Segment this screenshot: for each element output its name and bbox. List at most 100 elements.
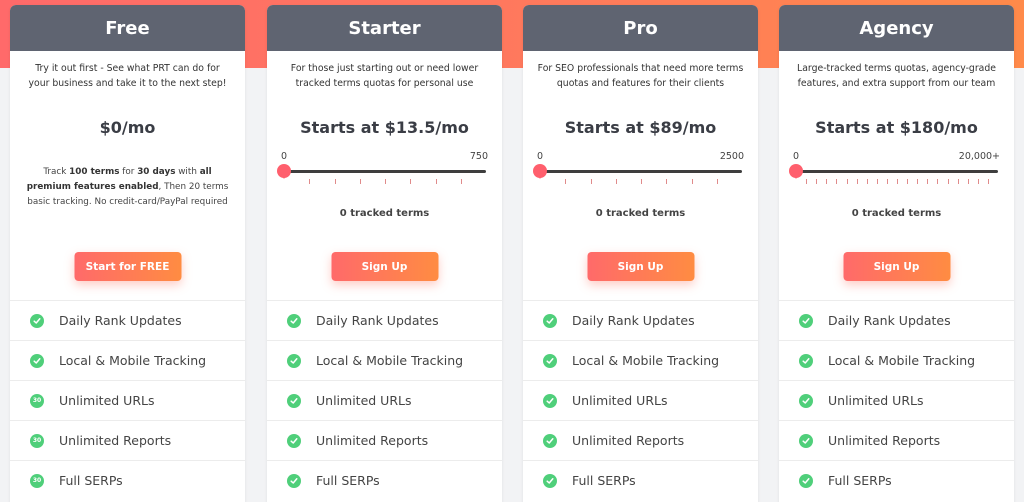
check-circle-icon (287, 393, 301, 408)
check-circle-icon (30, 353, 44, 368)
slider-tick (826, 179, 828, 184)
plan-price: Starts at $180/mo (815, 118, 978, 137)
terms-slider[interactable]: 0 20,000+ (789, 151, 1000, 201)
feature-label: Daily Rank Updates (572, 313, 695, 328)
sign-up-button[interactable]: Sign Up (331, 252, 438, 281)
slider-tick (937, 179, 939, 184)
slider-min-label: 0 (793, 151, 800, 162)
feature-item: Local & Mobile Tracking (267, 340, 502, 380)
check-circle-icon (543, 433, 557, 448)
slider-track[interactable] (540, 170, 742, 173)
slider-tick (917, 179, 919, 184)
slider-tick (309, 179, 311, 184)
thirty-day-badge-icon: 30 (30, 473, 44, 488)
feature-item: Local & Mobile Tracking (779, 340, 1014, 380)
plan-title: Starter (267, 5, 502, 51)
free-plan-note: Track 100 terms for 30 days with all pre… (26, 167, 229, 207)
check-circle-icon (799, 353, 813, 368)
feature-label: Daily Rank Updates (316, 313, 439, 328)
slider-tick (967, 179, 969, 184)
check-circle-icon (543, 313, 557, 328)
check-circle-icon (30, 313, 44, 328)
feature-label: Full SERPs (316, 473, 380, 488)
slider-handle[interactable] (533, 164, 547, 179)
slider-track[interactable] (284, 170, 486, 173)
slider-tick (856, 179, 858, 184)
slider-tick (334, 179, 336, 184)
check-circle-icon (799, 313, 813, 328)
slider-tick (866, 179, 868, 184)
feature-label: Unlimited URLs (828, 393, 924, 408)
feature-label: Local & Mobile Tracking (572, 353, 720, 368)
plan-price: Starts at $13.5/mo (300, 118, 469, 137)
feature-label: Unlimited Reports (828, 433, 941, 448)
feature-label: Full SERPs (828, 473, 892, 488)
feature-label: Unlimited Reports (572, 433, 685, 448)
feature-label: Daily Rank Updates (828, 313, 951, 328)
check-circle-icon (543, 353, 557, 368)
plan-description: Large-tracked terms quotas, agency-grade… (797, 63, 996, 89)
terms-slider[interactable]: 0 750 (277, 151, 488, 201)
check-circle-icon (799, 433, 813, 448)
plan-description: For those just starting out or need lowe… (290, 63, 479, 89)
slider-tick (907, 179, 909, 184)
feature-item: 30 Unlimited Reports (10, 420, 245, 460)
thirty-day-badge-icon: 30 (30, 433, 44, 448)
feature-label: Local & Mobile Tracking (828, 353, 976, 368)
feature-list: Daily Rank Updates Local & Mobile Tracki… (779, 300, 1014, 500)
slider-tick (947, 179, 949, 184)
feature-list: Daily Rank Updates Local & Mobile Tracki… (10, 300, 245, 500)
feature-label: Unlimited Reports (316, 433, 429, 448)
slider-tick (435, 179, 437, 184)
feature-item: Local & Mobile Tracking (523, 340, 758, 380)
feature-item: Daily Rank Updates (267, 300, 502, 340)
slider-min-label: 0 (281, 151, 288, 162)
slider-max-label: 2500 (719, 151, 744, 162)
feature-list: Daily Rank Updates Local & Mobile Tracki… (267, 300, 502, 500)
check-circle-icon (799, 393, 813, 408)
feature-item: Daily Rank Updates (523, 300, 758, 340)
feature-item: Full SERPs (267, 460, 502, 500)
feature-item: Unlimited Reports (523, 420, 758, 460)
check-circle-icon (543, 473, 557, 488)
feature-label: Full SERPs (572, 473, 636, 488)
check-circle-icon (287, 433, 301, 448)
feature-label: Local & Mobile Tracking (59, 353, 207, 368)
slider-handle[interactable] (277, 164, 291, 179)
slider-tick (957, 179, 959, 184)
slider-tick (691, 179, 693, 184)
plan-title: Agency (779, 5, 1014, 51)
slider-ticks (796, 179, 998, 185)
terms-slider[interactable]: 0 2500 (533, 151, 744, 201)
feature-label: Unlimited URLs (572, 393, 668, 408)
feature-item: Unlimited URLs (523, 380, 758, 420)
feature-item: Daily Rank Updates (10, 300, 245, 340)
slider-ticks (540, 179, 742, 185)
feature-item: Unlimited Reports (779, 420, 1014, 460)
plan-price: Starts at $89/mo (564, 118, 717, 137)
sign-up-button[interactable]: Sign Up (843, 252, 950, 281)
slider-tick (410, 179, 412, 184)
check-circle-icon (799, 473, 813, 488)
feature-item: Full SERPs (523, 460, 758, 500)
feature-label: Unlimited URLs (316, 393, 412, 408)
slider-handle[interactable] (789, 164, 803, 179)
sign-up-button[interactable]: Sign Up (587, 252, 694, 281)
feature-item: 30 Unlimited URLs (10, 380, 245, 420)
feature-item: Local & Mobile Tracking (10, 340, 245, 380)
start-free-button[interactable]: Start for FREE (74, 252, 181, 281)
plan-title: Free (10, 5, 245, 51)
slider-track[interactable] (796, 170, 998, 173)
plan-card-pro: Pro For SEO professionals that need more… (523, 5, 758, 502)
tracked-terms-count: 0 tracked terms (851, 208, 942, 219)
feature-label: Daily Rank Updates (59, 313, 182, 328)
slider-tick (716, 179, 718, 184)
slider-tick (846, 179, 848, 184)
thirty-day-badge-icon: 30 (30, 393, 44, 408)
feature-label: Unlimited Reports (59, 433, 172, 448)
plan-description: For SEO professionals that need more ter… (537, 63, 744, 89)
slider-min-label: 0 (537, 151, 544, 162)
slider-tick (836, 179, 838, 184)
slider-tick (987, 179, 989, 184)
plan-card-agency: Agency Large-tracked terms quotas, agenc… (779, 5, 1014, 502)
